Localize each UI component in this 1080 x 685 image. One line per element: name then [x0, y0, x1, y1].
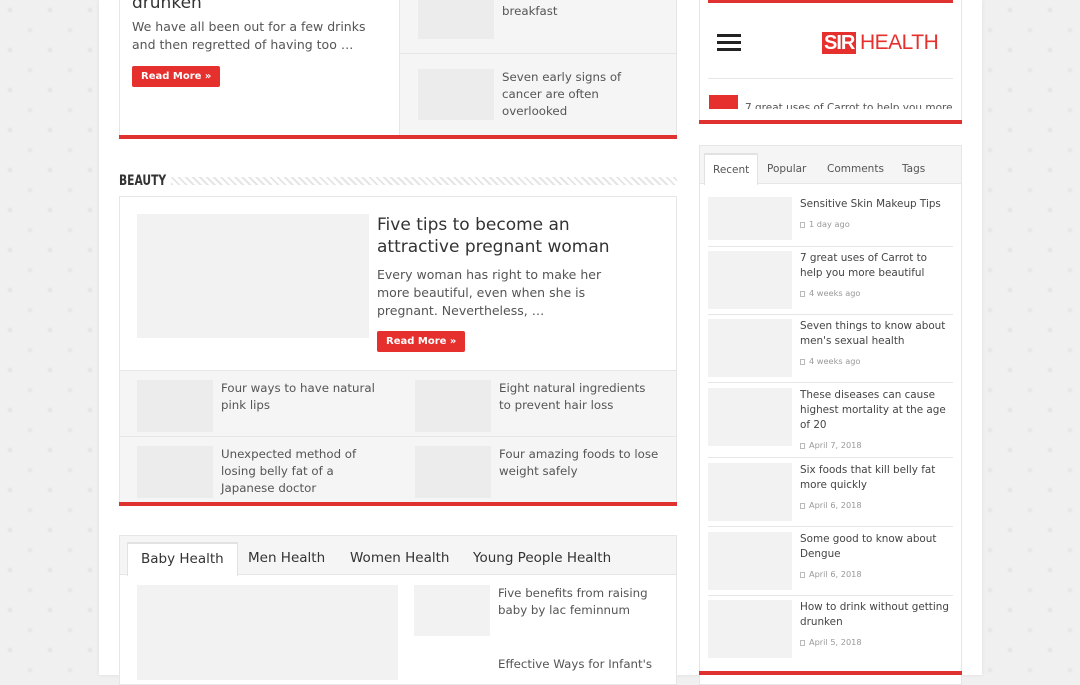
beauty-grid-title-1[interactable]: Four ways to have natural pink lips [221, 380, 386, 414]
top-post-excerpt: We have all been out for a few drinks an… [132, 19, 366, 52]
top-read-more-button[interactable]: Read More » [132, 66, 221, 87]
sidebar-post-date-6: April 6, 2018 [800, 569, 862, 579]
sidebar-post-thumb-7[interactable] [708, 600, 792, 658]
sidebar-post-thumb-5[interactable] [708, 463, 792, 521]
health-featured-thumb[interactable] [137, 585, 398, 680]
sidebar-post-date-4: April 7, 2018 [800, 440, 862, 450]
beauty-read-more-button[interactable]: Read More » [377, 331, 466, 352]
tab-men-health[interactable]: Men Health [248, 550, 325, 566]
beauty-grid-thumb-2[interactable] [415, 380, 491, 432]
sidebar-post-title-1[interactable]: Sensitive Skin Makeup Tips [800, 197, 952, 212]
tab-young-people-health[interactable]: Young People Health [473, 550, 611, 566]
clock-icon [800, 639, 805, 646]
sidebar-post-date-5: April 6, 2018 [800, 500, 862, 510]
sidebar-post-date-1: 1 day ago [800, 219, 850, 229]
clock-icon [800, 358, 805, 365]
beauty-grid-thumb-4[interactable] [415, 446, 491, 498]
beauty-featured-excerpt: Every woman has right to make her more b… [377, 267, 602, 318]
beauty-featured-thumb[interactable] [137, 214, 369, 338]
sidebar-post-date-7: April 5, 2018 [800, 637, 862, 647]
top-list-thumb-2[interactable] [418, 69, 494, 120]
sidebar-widget-red-line [699, 671, 962, 675]
tab-women-health[interactable]: Women Health [350, 550, 449, 566]
beauty-red-divider [119, 502, 677, 506]
sidebar-header-red-line [699, 120, 962, 124]
top-post-title[interactable]: drunken [132, 0, 202, 14]
top-red-divider [119, 135, 677, 139]
clock-icon [800, 221, 805, 228]
sidebar-post-date-3: 4 weeks ago [800, 356, 860, 366]
sidebar-post-date-2: 4 weeks ago [800, 288, 860, 298]
beauty-grid-thumb-3[interactable] [137, 446, 213, 498]
menu-icon[interactable] [717, 34, 741, 55]
beauty-heading[interactable]: BEAUTY [119, 173, 166, 189]
sidebar-post-thumb-1[interactable] [708, 197, 792, 240]
logo-health[interactable]: HEALTH [860, 32, 939, 54]
clock-icon [800, 502, 805, 509]
health-list-title-1[interactable]: Five benefits from raising baby by lac f… [498, 585, 658, 619]
health-list-title-2[interactable]: Effective Ways for Infant's [498, 656, 658, 673]
sidebar-post-title-3[interactable]: Seven things to know about men's sexual … [800, 319, 952, 349]
ticker-icon [709, 95, 738, 109]
sidebar-tab-comments[interactable]: Comments [827, 163, 884, 175]
sidebar-post-title-6[interactable]: Some good to know about Dengue [800, 532, 952, 562]
beauty-heading-stripes [171, 177, 677, 185]
clock-icon [800, 290, 805, 297]
top-list-title-2[interactable]: Seven early signs of cancer are often ov… [502, 69, 662, 120]
sidebar-tab-tags[interactable]: Tags [902, 163, 925, 175]
ticker-clip: 7 great uses of Carrot to help you more … [745, 100, 953, 109]
beauty-grid-title-3[interactable]: Unexpected method of losing belly fat of… [221, 446, 391, 497]
sidebar-post-thumb-2[interactable] [708, 251, 792, 309]
sidebar-post-title-5[interactable]: Six foods that kill belly fat more quick… [800, 463, 952, 493]
top-list-title-1[interactable]: breakfast [502, 3, 662, 20]
ticker-text[interactable]: 7 great uses of Carrot to help you more … [745, 100, 953, 109]
sidebar-tab-recent[interactable]: Recent [704, 153, 759, 185]
health-list-thumb-1[interactable] [414, 585, 490, 636]
sidebar-post-title-4[interactable]: These diseases can cause highest mortali… [800, 388, 952, 433]
sidebar-top-red-line [708, 0, 953, 3]
sidebar-post-thumb-4[interactable] [708, 388, 792, 446]
beauty-grid-title-2[interactable]: Eight natural ingredients to prevent hai… [499, 380, 659, 414]
sidebar-post-thumb-3[interactable] [708, 319, 792, 377]
sidebar-post-title-7[interactable]: How to drink without getting drunken [800, 600, 952, 630]
clock-icon [800, 442, 805, 449]
tab-baby-health[interactable]: Baby Health [127, 542, 238, 576]
beauty-featured-title[interactable]: Five tips to become an attractive pregna… [377, 214, 647, 258]
beauty-grid-thumb-1[interactable] [137, 380, 213, 432]
sidebar-post-title-2[interactable]: 7 great uses of Carrot to help you more … [800, 251, 952, 281]
sidebar-tab-popular[interactable]: Popular [767, 163, 806, 175]
clock-icon [800, 571, 805, 578]
beauty-grid-title-4[interactable]: Four amazing foods to lose weight safely [499, 446, 659, 480]
sidebar-post-thumb-6[interactable] [708, 532, 792, 590]
top-list-thumb-1[interactable] [418, 0, 494, 39]
logo-sir[interactable]: SIR [822, 32, 857, 54]
